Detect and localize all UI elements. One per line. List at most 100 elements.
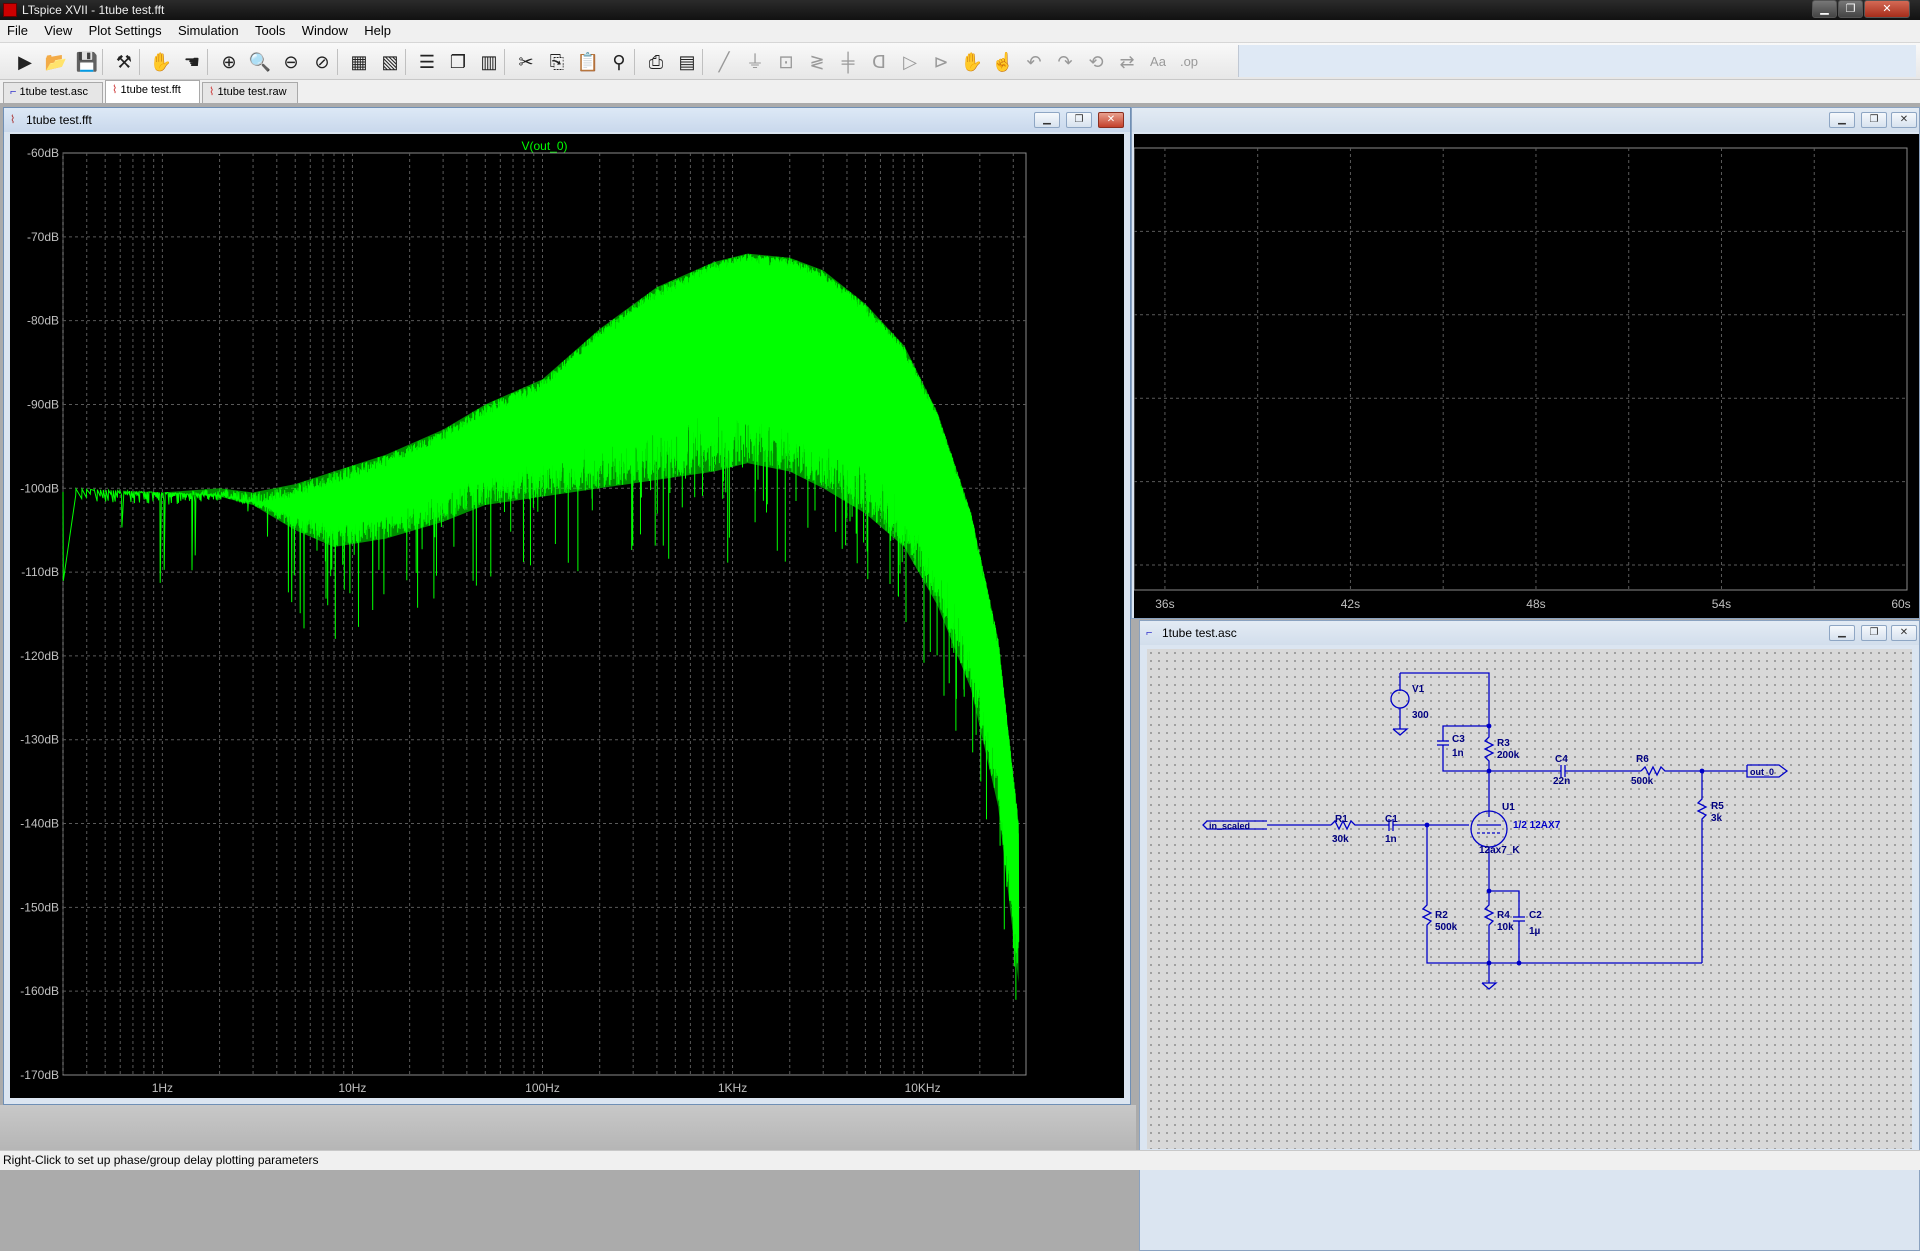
r1-value: 30k: [1332, 834, 1349, 845]
x-tick-label: 1KHz: [718, 1081, 747, 1095]
drag-icon[interactable]: ☝: [990, 49, 1016, 75]
close-icon[interactable]: ✕: [1864, 0, 1910, 18]
menu-tools[interactable]: Tools: [248, 20, 291, 38]
run-icon[interactable]: ▶: [12, 49, 38, 75]
toolbar-separator: [207, 49, 208, 75]
maximize-icon[interactable]: ❐: [1838, 0, 1863, 18]
ground-icon[interactable]: ⏚: [742, 49, 768, 75]
waveform-icon: ⌇: [10, 114, 16, 126]
fft-minimize-icon[interactable]: ▁: [1034, 112, 1060, 128]
save-icon[interactable]: 💾: [74, 49, 100, 75]
print-setup-icon[interactable]: ▤: [674, 49, 700, 75]
r6-value: 500k: [1631, 776, 1654, 787]
capacitor-icon[interactable]: ╪: [835, 49, 861, 75]
mirror-icon[interactable]: ⇄: [1114, 49, 1140, 75]
find-icon[interactable]: ⚲: [606, 49, 632, 75]
document-tabs: ⌐ 1tube test.asc ⌇ 1tube test.fft ⌇ 1tub…: [0, 80, 1920, 103]
raw-plot-area[interactable]: 36s 42s 48s 54s 60s: [1133, 134, 1919, 618]
autorange-icon[interactable]: ▦: [346, 49, 372, 75]
schematic-drawing[interactable]: V1 300 C3 1n R3 200k C4 22n R6 500k R5 3…: [1147, 649, 1912, 1149]
c4-value: 22n: [1553, 776, 1570, 787]
tile-vertical-icon[interactable]: ▥: [476, 49, 502, 75]
redo-icon[interactable]: ↷: [1052, 49, 1078, 75]
label-net-icon[interactable]: ⊡: [773, 49, 799, 75]
toolbar-separator: [139, 49, 140, 75]
rotate-icon[interactable]: ⟲: [1083, 49, 1109, 75]
toolbar-separator: [702, 49, 703, 75]
y-tick-label: -90dB: [27, 397, 59, 411]
tab-raw[interactable]: ⌇ 1tube test.raw: [202, 82, 298, 103]
r3-label: R3: [1497, 738, 1510, 749]
copy-icon[interactable]: ⎘: [544, 49, 570, 75]
toolbar-empty-region: [1238, 45, 1916, 77]
menu-window[interactable]: Window: [295, 20, 354, 38]
manual-limits-icon[interactable]: ▧: [377, 49, 403, 75]
fft-restore-icon[interactable]: ❐: [1066, 112, 1092, 128]
zoom-out-icon[interactable]: ⊖: [278, 49, 304, 75]
cascade-icon[interactable]: ❐: [445, 49, 471, 75]
pan-icon[interactable]: ☚: [179, 49, 205, 75]
status-bar: Right-Click to set up phase/group delay …: [0, 1150, 1920, 1170]
undo-icon[interactable]: ↶: [1021, 49, 1047, 75]
print-icon[interactable]: ⎙: [643, 49, 669, 75]
c2-label: C2: [1529, 910, 1542, 921]
spice-directive-icon[interactable]: .op: [1176, 49, 1202, 75]
sch-minimize-icon[interactable]: ▁: [1829, 625, 1855, 641]
tile-horizontal-icon[interactable]: ☰: [414, 49, 440, 75]
inductor-icon[interactable]: ᗡ: [866, 49, 892, 75]
zoom-area-icon[interactable]: 🔍: [247, 49, 273, 75]
y-tick-label: -60dB: [27, 146, 59, 160]
raw-minimize-icon[interactable]: ▁: [1829, 112, 1855, 128]
fft-plot-window: ⌇ 1tube test.fft ▁ ❐ ✕ -60dB -70dB -80dB -9…: [3, 107, 1131, 1105]
fft-window-title: 1tube test.fft: [26, 113, 92, 127]
r1-label: R1: [1335, 814, 1348, 825]
sch-restore-icon[interactable]: ❐: [1861, 625, 1887, 641]
menu-file[interactable]: File: [0, 20, 34, 38]
minimize-icon[interactable]: ▁: [1812, 0, 1837, 18]
paste-icon[interactable]: 📋: [575, 49, 601, 75]
zoom-in-icon[interactable]: ⊕: [216, 49, 242, 75]
tab-fft[interactable]: ⌇ 1tube test.fft: [105, 80, 200, 103]
control-panel-icon[interactable]: ⚒: [111, 49, 137, 75]
fft-plot-frame: [62, 152, 1027, 1076]
menu-help[interactable]: Help: [357, 20, 397, 38]
raw-plot-window: ▁ ❐ ✕ 36s 42s 48s 54s 60s: [1131, 107, 1920, 619]
menu-view[interactable]: View: [37, 20, 78, 38]
wire-icon[interactable]: ╱: [711, 49, 737, 75]
raw-restore-icon[interactable]: ❐: [1861, 112, 1887, 128]
r2-label: R2: [1435, 910, 1448, 921]
component-icon[interactable]: ⊳: [928, 49, 954, 75]
r3-value: 200k: [1497, 750, 1520, 761]
open-icon[interactable]: 📂: [43, 49, 69, 75]
fft-close-icon[interactable]: ✕: [1098, 112, 1124, 128]
u1-label: U1: [1502, 802, 1515, 813]
halt-icon[interactable]: ✋: [148, 49, 174, 75]
raw-chart[interactable]: 36s 42s 48s 54s 60s: [1133, 134, 1919, 618]
u1-part: 1/2 12AX7: [1513, 820, 1561, 831]
x-tick-label: 10KHz: [905, 1081, 941, 1095]
fft-plot-area[interactable]: -60dB -70dB -80dB -90dB -100dB -110dB -120dB -1…: [10, 134, 1124, 1098]
resistor-icon[interactable]: ≷: [804, 49, 830, 75]
zoom-cancel-icon[interactable]: ⊘: [309, 49, 335, 75]
y-tick-label: -160dB: [20, 984, 59, 998]
move-icon[interactable]: ✋: [959, 49, 985, 75]
fft-chart[interactable]: -60dB -70dB -80dB -90dB -100dB -110dB -120dB -1…: [10, 134, 1124, 1098]
y-tick-label: -80dB: [27, 314, 59, 328]
menu-simulation[interactable]: Simulation: [171, 20, 245, 38]
text-icon[interactable]: Aa: [1145, 49, 1171, 75]
raw-window-caption: ▁ ❐ ✕: [1132, 108, 1919, 132]
y-tick-label: -170dB: [20, 1068, 59, 1082]
x-tick-label: 10Hz: [338, 1081, 366, 1095]
schematic-window-caption: ⌐ 1tube test.asc ▁ ❐ ✕: [1140, 621, 1919, 645]
sch-close-icon[interactable]: ✕: [1891, 625, 1917, 641]
r6-label: R6: [1636, 754, 1649, 765]
v1-value: 300: [1412, 710, 1429, 721]
cut-icon[interactable]: ✂: [513, 49, 539, 75]
raw-close-icon[interactable]: ✕: [1891, 112, 1917, 128]
menu-plot-settings[interactable]: Plot Settings: [82, 20, 168, 38]
tab-asc[interactable]: ⌐ 1tube test.asc: [3, 82, 103, 103]
mdi-area: ⌇ 1tube test.fft ▁ ❐ ✕ -60dB -70dB -80dB -9…: [0, 103, 1920, 1251]
u1-model: 12ax7_K: [1479, 845, 1520, 856]
schematic-canvas[interactable]: V1 300 C3 1n R3 200k C4 22n R6 500k R5 3…: [1147, 649, 1912, 1149]
diode-icon[interactable]: ▷: [897, 49, 923, 75]
